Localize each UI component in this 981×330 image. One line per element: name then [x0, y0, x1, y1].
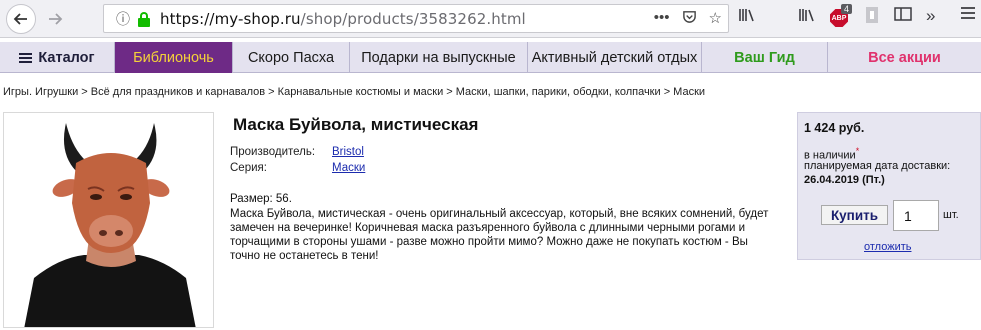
menu-icon	[19, 51, 33, 65]
library-icon[interactable]	[738, 6, 756, 24]
nav-item-catalog[interactable]: Каталог	[0, 42, 115, 73]
category-nav: Каталог Библионочь Скоро Пасха Подарки н…	[0, 42, 981, 73]
extension-icon[interactable]	[864, 6, 880, 24]
nav-item-active-kids[interactable]: Активный детский отдых	[528, 42, 702, 73]
delivery-date: 26.04.2019 (Пт.)	[804, 174, 885, 186]
postpone-link[interactable]: отложить	[864, 241, 911, 253]
url-text[interactable]: https://my-shop.ru/shop/products/3583262…	[160, 10, 526, 28]
series-link[interactable]: Маски	[332, 162, 365, 174]
product-price: 1 424 руб.	[804, 121, 865, 135]
product-description: Маска Буйвола, мистическая - очень ориги…	[230, 208, 769, 262]
series-label: Серия:	[230, 162, 267, 174]
page-actions-icon[interactable]: •••	[654, 9, 670, 28]
manufacturer-row: Производитель: Bristol	[230, 146, 364, 158]
nav-item-guide[interactable]: Ваш Гид	[702, 42, 828, 73]
buy-button[interactable]: Купить	[821, 205, 888, 225]
manufacturer-link[interactable]: Bristol	[332, 146, 364, 158]
nav-item-graduation-gifts[interactable]: Подарки на выпускные	[350, 42, 528, 73]
buy-box: 1 424 руб. в наличии* планируемая дата д…	[797, 112, 981, 260]
delivery-label: планируемая дата доставки:	[804, 160, 951, 172]
pocket-icon[interactable]	[682, 9, 697, 28]
browser-toolbar: ⓘ https://my-shop.ru/shop/products/35832…	[0, 0, 981, 38]
manufacturer-label: Производитель:	[230, 146, 316, 158]
product-image[interactable]	[3, 112, 214, 328]
bookmark-star-icon[interactable]: ☆	[709, 9, 722, 28]
stock-footnote-mark: *	[855, 146, 860, 156]
product-title: Маска Буйвола, мистическая	[233, 115, 479, 134]
nav-item-all-sales[interactable]: Все акции	[828, 42, 981, 73]
product-size: Размер: 56.	[230, 193, 292, 205]
library-books-icon[interactable]	[798, 6, 816, 24]
back-arrow-icon[interactable]	[6, 4, 36, 34]
nav-item-biblionoch[interactable]: Библионочь	[115, 42, 233, 73]
info-icon[interactable]: ⓘ	[112, 9, 134, 29]
overflow-chevron-icon[interactable]: »	[926, 6, 935, 26]
lock-icon	[136, 11, 152, 27]
breadcrumb[interactable]: Игры. Игрушки > Всё для праздников и кар…	[3, 86, 705, 98]
sidebar-icon[interactable]	[894, 6, 912, 22]
series-row: Серия: Маски	[230, 162, 365, 174]
nav-item-easter[interactable]: Скоро Пасха	[233, 42, 350, 73]
adblock-badge: 4	[841, 4, 853, 14]
forward-arrow-icon[interactable]	[40, 4, 70, 34]
quantity-unit: шт.	[943, 209, 959, 221]
address-bar[interactable]: ⓘ https://my-shop.ru/shop/products/35832…	[103, 4, 729, 33]
hamburger-menu-icon[interactable]	[960, 6, 976, 20]
quantity-input[interactable]	[893, 200, 939, 231]
